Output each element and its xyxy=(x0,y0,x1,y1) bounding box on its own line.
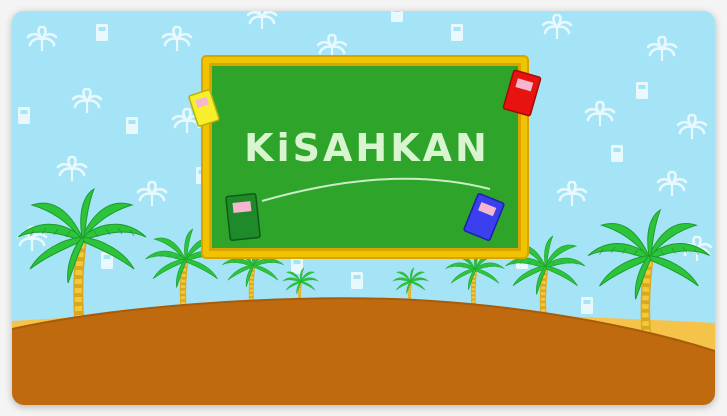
game-title-screen: KiSAHKAN xyxy=(12,11,715,405)
green-book xyxy=(225,193,261,241)
game-title: KiSAHKAN xyxy=(244,126,490,170)
title-scene: KiSAHKAN xyxy=(12,11,715,405)
